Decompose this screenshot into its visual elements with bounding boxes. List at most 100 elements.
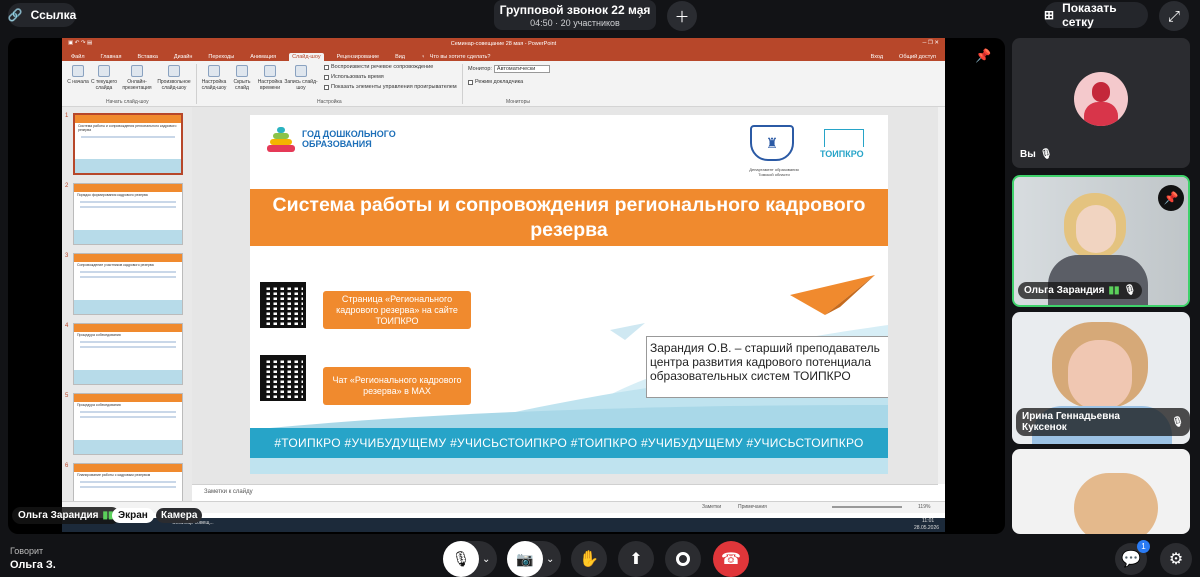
tab-insert[interactable]: Вставка [134,53,160,61]
link-button[interactable]: 🔗 Ссылка [8,3,76,27]
site-link-button[interactable]: Страница «Регионального кадрового резерв… [323,291,471,329]
thumb-line [81,136,175,138]
monitor-label: Монитор: [468,66,492,72]
play-current-icon [98,65,110,77]
from-start-button[interactable]: С начала [64,65,92,85]
tab-file[interactable]: Файл [68,53,88,61]
monitor-select[interactable]: Монитор: Автоматически [468,65,551,73]
play-icon [72,65,84,77]
thumb-number: 4 [65,323,69,329]
window-controls[interactable]: ─ ❐ ✕ [923,40,940,46]
check-presenter-view[interactable]: Режим докладчика [468,79,523,85]
setup-show-button[interactable]: Настройка слайд-шоу [200,65,228,91]
zoom-slider[interactable] [832,506,902,508]
tab-screen[interactable]: Экран [112,508,154,523]
record-button[interactable] [665,541,701,577]
check-narration[interactable]: Воспроизвести речевое сопровождение [324,64,433,70]
tab-transitions[interactable]: Переходы [205,53,237,61]
rehearse-button[interactable]: Настройка времени [256,65,284,91]
tab-animation[interactable]: Анимация [247,53,279,61]
hide-slide-button[interactable]: Скрыть слайд [228,65,256,91]
qr-code-site[interactable] [260,282,306,328]
thumb-title: Процедура собеседования [77,403,121,407]
thumb-slide-2[interactable]: Порядок формирования кадрового резерва [73,183,183,245]
share-button[interactable]: Общий доступ [896,53,939,61]
pin-icon[interactable]: 📌 [975,48,991,64]
chat-unread-badge: 1 [1137,540,1150,553]
tab-slideshow[interactable]: Слайд-шоу [289,53,324,61]
checkbox-icon [324,74,329,80]
rehearse-label: Настройка времени [257,79,283,91]
mic-off-icon[interactable]: 🎙 [443,541,479,577]
vertical-scrollbar[interactable] [938,107,945,484]
tab-review[interactable]: Рецензирование [334,53,382,61]
chat-link-button[interactable]: Чат «Регионального кадрового резерва» в … [323,367,471,405]
show-grid-button[interactable]: ⊞ Показать сетку [1044,1,1148,29]
timer-icon [264,65,276,77]
mic-icon: 🎙 [1123,285,1137,296]
dept-label: Департамент образования Томской области [749,167,799,177]
tab-camera[interactable]: Камера [156,508,203,523]
participant-tile-irina[interactable]: Ирина Геннадьевна Куксенок 🎙 [1012,312,1190,444]
thumb-title: Сопровождение участников кадрового резер… [77,263,154,267]
participant-name-olga: Ольга Зарандия ▮▮ 🎙 [1018,282,1143,299]
thumb-header [74,324,182,332]
custom-show-button[interactable]: Произвольное слайд-шоу [156,65,192,91]
tab-design[interactable]: Дизайн [171,53,196,61]
tab-view[interactable]: Вид [392,53,408,61]
participant-tile-4[interactable] [1012,449,1190,534]
current-slide: ГОД ДОШКОЛЬНОГО ОБРАЗОВАНИЯ ♜ Департамен… [250,115,888,474]
end-call-button[interactable]: ☎ [713,541,749,577]
check-timings[interactable]: Использовать время [324,74,384,80]
raise-hand-button[interactable]: ✋ [571,541,607,577]
from-current-button[interactable]: С текущего слайда [90,65,118,91]
thumb-slide-1[interactable]: Система работы и сопровождения региональ… [73,113,183,175]
thumb-wave [74,370,182,384]
notes-field[interactable]: Заметки к слайду [192,484,938,501]
online-present-button[interactable]: Онлайн-презентация [120,65,154,91]
qr-code-chat[interactable] [260,355,306,401]
record-show-button[interactable]: Запись слайд-шоу [284,65,318,91]
participant-tile-olga[interactable]: 📌 Ольга Зарандия ▮▮ 🎙 [1012,175,1190,307]
chevron-down-icon[interactable]: ⌄ [546,554,554,565]
call-info[interactable]: Групповой звонок 22 мая 04:50 · 20 участ… [494,0,656,30]
participant-tile-self[interactable]: Вы 🎙 [1012,38,1190,168]
thumb-slide-3[interactable]: Сопровождение участников кадрового резер… [73,253,183,315]
thumb-slide-5[interactable]: Процедура собеседования [73,393,183,455]
tell-me[interactable]: ♀ Что вы хотите сделать? [418,53,496,61]
participant-name-label: Вы [1020,149,1036,160]
settings-button[interactable]: ⚙ [1160,543,1192,575]
participant-name-label: Ирина Геннадьевна Куксенок [1022,411,1120,433]
thumb-wave [74,440,182,454]
pin-icon[interactable]: 📌 [1158,185,1184,211]
speaking-label: Говорит [10,546,44,556]
thumb-title: Планирование работы с кадровым резервом [77,473,151,477]
slide-thumbnails: 1 Система работы и сопровождения региона… [62,107,192,509]
status-comments[interactable]: Примечания [738,504,767,510]
share-screen-button[interactable]: ⬆ [618,541,654,577]
camera-control[interactable]: 📷 ⌄ [507,541,561,577]
thumb-slide-4[interactable]: Процедура собеседования [73,323,183,385]
thumb-title: Система работы и сопровождения региональ… [78,124,177,132]
chevron-down-icon[interactable]: ⌄ [482,554,490,565]
thumb-number: 3 [65,253,69,259]
monitor-value[interactable]: Автоматически [493,65,551,73]
hashtag-bar: #ТОИПКРО #УЧИБУДУЩЕМУ #УЧИСЬСТОИПКРО #ТО… [250,428,888,458]
thumb-number: 2 [65,183,69,189]
sign-in[interactable]: Вход [868,53,886,61]
thumb-wave [74,300,182,314]
status-notes[interactable]: Заметки [702,504,721,510]
chevron-right-icon[interactable]: › [638,8,642,22]
tab-home[interactable]: Главная [98,53,125,61]
quick-access-icons[interactable]: ▣ ↶ ↷ ▤ [68,40,92,46]
setup-label: Настройка слайд-шоу [201,79,227,91]
check-controls[interactable]: Показать элементы управления проигрывате… [324,84,457,90]
thumb-line [80,206,176,208]
call-meta: 04:50 · 20 участников [530,17,620,28]
participant-name-self: Вы 🎙 [1020,149,1052,160]
mic-control[interactable]: 🎙 ⌄ [443,541,497,577]
fullscreen-icon[interactable]: ⤢ [1159,1,1189,31]
camera-off-icon[interactable]: 📷 [507,541,543,577]
add-participant-icon[interactable]: ＋ [667,1,697,31]
thumb-wave [75,159,181,173]
